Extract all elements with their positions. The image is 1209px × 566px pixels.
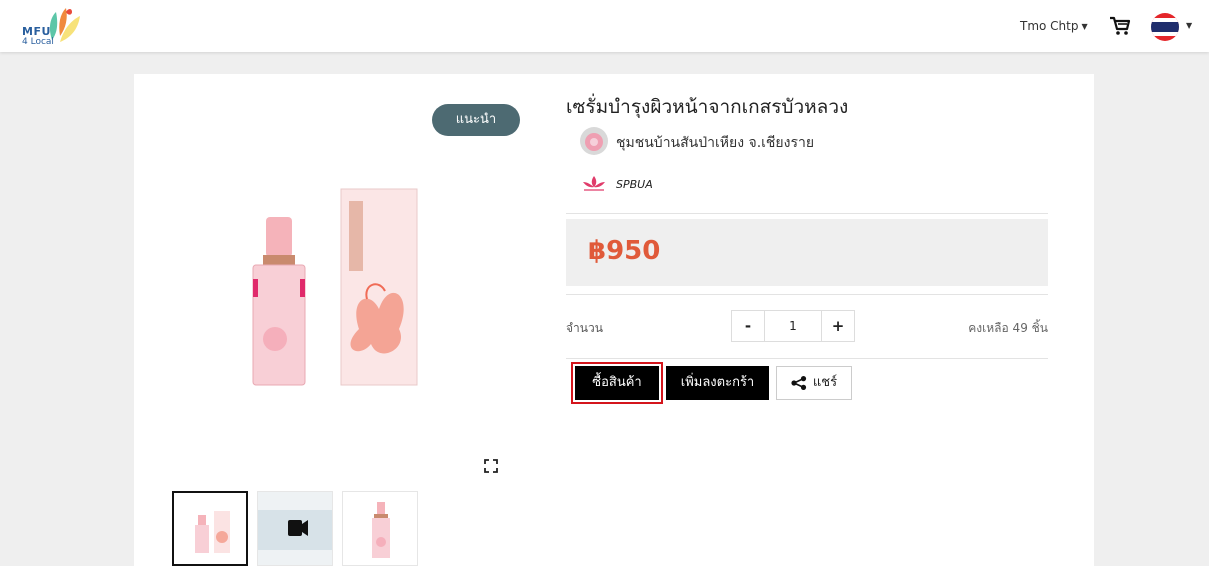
thumbnail-item[interactable] <box>172 491 248 566</box>
brand-name: SPBUA <box>616 178 653 191</box>
product-card: แนะนำ เซรั่มบำรุงผิวหน้าจากเกสรบัวหลวง ช… <box>134 74 1094 566</box>
top-navbar: MFU 4 Local Tmo Chtp ▼ ▼ <box>0 0 1209 52</box>
cart-button[interactable] <box>1109 16 1131 40</box>
user-menu[interactable]: Tmo Chtp ▼ <box>1020 19 1088 33</box>
divider <box>566 358 1048 359</box>
bottle-photo-thumbnail <box>372 502 390 558</box>
seller-name: ชุมชนบ้านสันป่าเหียง จ.เชียงราย <box>616 135 815 151</box>
lotus-avatar-icon <box>580 127 608 155</box>
share-icon <box>791 375 807 390</box>
expand-image-button[interactable] <box>484 458 498 477</box>
divider <box>566 294 1048 295</box>
video-thumbnail <box>258 492 332 565</box>
recommended-badge: แนะนำ <box>432 104 520 136</box>
cart-icon <box>1110 16 1131 35</box>
caret-down-icon: ▼ <box>1081 22 1088 31</box>
product-main-image[interactable] <box>239 179 429 393</box>
stock-remaining: คงเหลือ 49 ชิ้น <box>968 321 1048 335</box>
quantity-stepper: - 1 + <box>731 310 855 342</box>
share-button[interactable]: แชร์ <box>776 366 852 400</box>
thumbnail-item[interactable] <box>342 491 418 566</box>
fullscreen-icon <box>484 459 498 473</box>
add-to-cart-button[interactable]: เพิ่มลงตะกร้า <box>666 366 769 400</box>
thumbnail-item[interactable] <box>257 491 333 566</box>
user-name: Tmo Chtp <box>1020 19 1079 33</box>
mfu-logo[interactable]: MFU 4 Local <box>16 6 86 48</box>
buy-now-button[interactable]: ซื้อสินค้า <box>571 362 663 404</box>
seller-avatar <box>580 127 608 155</box>
product-photo-thumbnail <box>195 511 230 553</box>
share-label: แชร์ <box>812 375 838 390</box>
decrease-quantity-button[interactable]: - <box>731 310 765 342</box>
caret-down-icon[interactable]: ▼ <box>1186 21 1192 30</box>
increase-quantity-button[interactable]: + <box>821 310 855 342</box>
product-price: ฿950 <box>588 236 661 266</box>
brand-logo-icon <box>583 176 605 191</box>
product-title: เซรั่มบำรุงผิวหน้าจากเกสรบัวหลวง <box>566 96 849 118</box>
language-selector[interactable] <box>1150 12 1180 46</box>
quantity-label: จำนวน <box>566 321 603 335</box>
thai-flag-icon <box>1151 13 1179 41</box>
logo-subtext: 4 Local <box>22 37 54 47</box>
divider <box>566 213 1048 214</box>
product-image <box>252 188 418 386</box>
price-box: ฿950 <box>566 219 1048 286</box>
quantity-input[interactable]: 1 <box>765 310 821 342</box>
brand-link[interactable]: SPBUA <box>580 174 653 198</box>
